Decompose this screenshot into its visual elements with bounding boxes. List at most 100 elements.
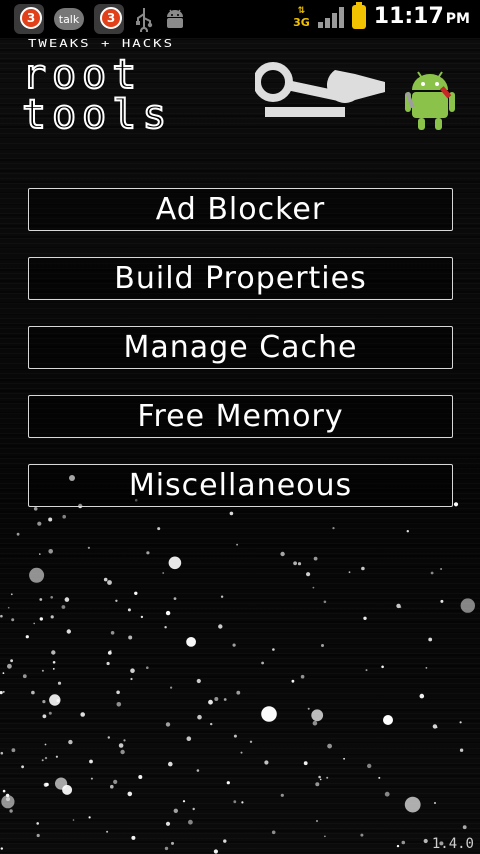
sparkle [168, 761, 173, 767]
sparkle [186, 637, 197, 647]
free-memory-button[interactable]: Free Memory [28, 395, 453, 438]
build-properties-button[interactable]: Build Properties [28, 257, 453, 300]
sparkle [31, 690, 35, 695]
sparkle [327, 743, 332, 749]
sparkle [36, 822, 39, 825]
notification-badge: 3 [20, 7, 42, 29]
sparkle [293, 561, 297, 566]
sparkle [62, 784, 73, 795]
clock: 11:17 PM [373, 4, 470, 29]
sparkle [52, 661, 56, 664]
sparkle [430, 571, 434, 575]
sparkle [440, 599, 444, 603]
sparkle [311, 709, 324, 722]
sparkle [162, 572, 165, 574]
sparkle [321, 644, 324, 647]
sparkle [2, 690, 5, 693]
sparkle [378, 776, 381, 779]
sparkle [146, 551, 150, 555]
sparkle [249, 740, 253, 743]
sparkle [52, 668, 55, 670]
sparkle [303, 761, 308, 766]
sparkle [360, 833, 364, 837]
sparkle [146, 666, 149, 669]
sparkle [39, 553, 41, 555]
sparkle [7, 606, 10, 609]
sparkle [272, 648, 275, 651]
sparkle [42, 714, 47, 719]
sparkle [118, 743, 124, 748]
network-3g-icon: ⇅ 3G [293, 5, 310, 29]
sparkle [173, 597, 177, 600]
signal-strength-icon [317, 6, 344, 28]
sparkle [213, 849, 218, 854]
sparkle [306, 572, 311, 577]
sparkle [134, 591, 138, 595]
sparkle [127, 791, 133, 797]
sparkle [39, 617, 43, 621]
sparkle [116, 702, 122, 707]
miscellaneous-button[interactable]: Miscellaneous [28, 464, 453, 507]
sparkle [110, 631, 115, 635]
wrench-icon [255, 62, 385, 117]
sparkle [103, 577, 108, 582]
sparkle [459, 721, 462, 724]
sparkle [11, 618, 15, 622]
sparkle [128, 635, 133, 640]
sparkle [367, 763, 372, 769]
main-menu: Ad Blocker Build Properties Manage Cache… [28, 188, 453, 533]
battery-icon [351, 1, 366, 29]
sparkle [404, 796, 421, 813]
sparkle [64, 597, 70, 602]
message-icon[interactable]: 3 [94, 4, 124, 34]
sparkle [383, 715, 393, 725]
sparkle [48, 549, 53, 554]
sparkle [365, 669, 368, 672]
sparkle [110, 784, 114, 789]
sparkle [233, 800, 237, 804]
sparkle [164, 846, 169, 851]
sparkle [127, 608, 131, 612]
sparkle [318, 775, 321, 779]
sparkle [240, 751, 243, 754]
sparkle [173, 808, 178, 813]
sparkle [9, 809, 13, 813]
sparkle [313, 556, 318, 561]
sparkle [33, 622, 35, 625]
sparkle [107, 651, 112, 655]
sparkle [41, 759, 44, 762]
sparkle [264, 760, 269, 765]
sparkle [72, 819, 75, 821]
sparkle [323, 600, 327, 604]
sparkle [300, 674, 305, 679]
sparkle [22, 674, 27, 679]
sparkle [280, 793, 284, 797]
sparkle [182, 800, 186, 803]
sparkle [462, 825, 467, 830]
sparkle [226, 781, 230, 785]
sparkle [51, 650, 56, 655]
talk-icon[interactable]: talk [54, 8, 84, 30]
sparkle [324, 835, 326, 838]
sparkle [0, 614, 3, 618]
sparkle [196, 769, 200, 772]
sparkle [186, 736, 192, 741]
gmail-icon[interactable]: 3 [14, 4, 44, 34]
manage-cache-button[interactable]: Manage Cache [28, 326, 453, 369]
ad-blocker-button[interactable]: Ad Blocker [28, 188, 453, 231]
sparkle [107, 736, 111, 739]
sparkle [428, 637, 433, 642]
sparkle [66, 629, 72, 634]
sparkle [106, 830, 109, 833]
sparkle [210, 722, 213, 726]
sparkle [297, 562, 302, 566]
sparkle [68, 739, 73, 745]
sparkle [291, 679, 295, 683]
sparkle [363, 616, 367, 620]
sparkle [214, 697, 219, 701]
sparkle [48, 711, 52, 715]
sparkle [89, 759, 93, 764]
sparkle [164, 626, 167, 629]
sparkle [16, 532, 20, 536]
sparkle [45, 782, 49, 787]
